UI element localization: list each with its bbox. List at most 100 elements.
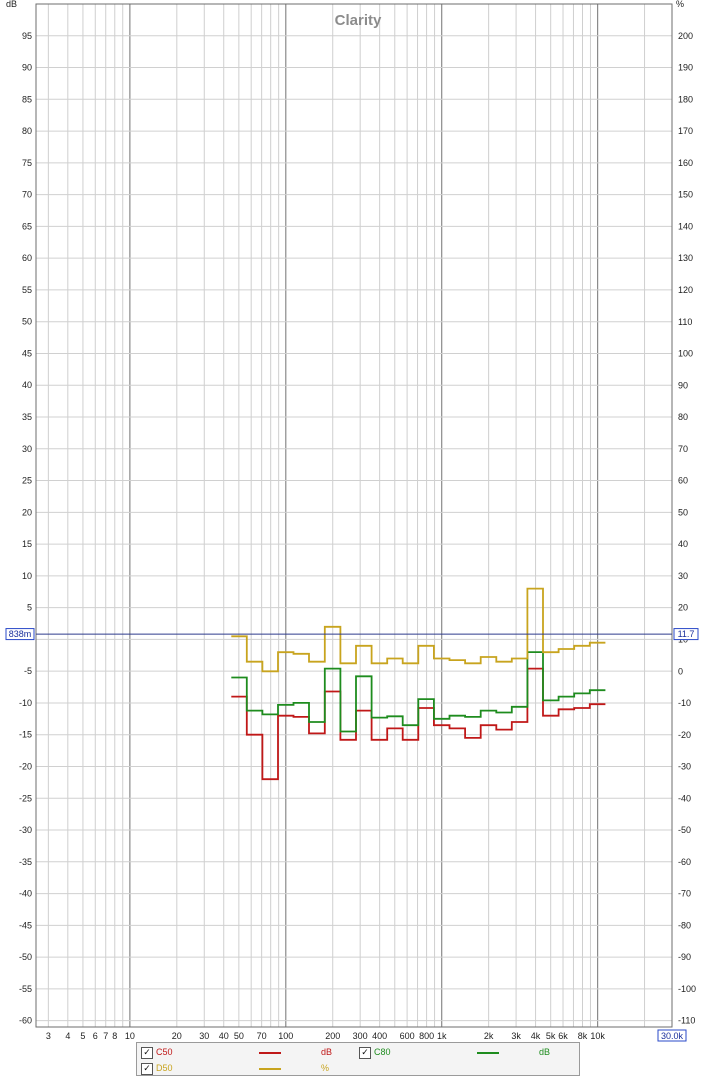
x-tick-label: 40 bbox=[219, 1031, 229, 1041]
x-tick-label: 3k bbox=[511, 1031, 521, 1041]
x-tick-label: 2k bbox=[484, 1031, 494, 1041]
right-tick-label: 190 bbox=[678, 63, 693, 73]
legend-checkbox-d50[interactable]: ✓ bbox=[141, 1063, 153, 1075]
left-tick-label: 10 bbox=[22, 571, 32, 581]
legend-swatch-d50 bbox=[259, 1068, 281, 1070]
left-tick-label: 80 bbox=[22, 126, 32, 136]
legend-unit-c50: dB bbox=[321, 1047, 333, 1057]
cursor-right-value: 11.7 bbox=[678, 629, 695, 639]
left-tick-label: 75 bbox=[22, 158, 32, 168]
legend-unit-c80: dB bbox=[539, 1047, 551, 1057]
x-tick-label: 20 bbox=[172, 1031, 182, 1041]
x-tick-label: 8k bbox=[578, 1031, 588, 1041]
right-tick-label: 50 bbox=[678, 507, 688, 517]
left-tick-label: -30 bbox=[19, 825, 32, 835]
left-tick-label: -5 bbox=[24, 666, 32, 676]
chart-title: Clarity bbox=[335, 12, 382, 29]
left-tick-label: 40 bbox=[22, 380, 32, 390]
left-tick-label: 90 bbox=[22, 63, 32, 73]
right-tick-label: 200 bbox=[678, 31, 693, 41]
left-tick-label: 30 bbox=[22, 444, 32, 454]
x-tick-label: 200 bbox=[325, 1031, 340, 1041]
right-tick-label: -30 bbox=[678, 762, 691, 772]
right-tick-label: 20 bbox=[678, 603, 688, 613]
legend-row-1: ✓ C50 dB ✓ C80 dB bbox=[137, 1044, 579, 1060]
x-tick-label: 6k bbox=[558, 1031, 568, 1041]
left-tick-label: 70 bbox=[22, 190, 32, 200]
right-tick-label: 110 bbox=[678, 317, 692, 327]
left-tick-label: 95 bbox=[22, 31, 32, 41]
left-tick-label: 55 bbox=[22, 285, 32, 295]
legend-checkbox-c50[interactable]: ✓ bbox=[141, 1047, 153, 1059]
right-tick-label: 40 bbox=[678, 539, 688, 549]
right-tick-label: 80 bbox=[678, 412, 688, 422]
legend-swatch-c50 bbox=[259, 1052, 281, 1054]
x-tick-label: 5 bbox=[80, 1031, 85, 1041]
left-tick-label: 85 bbox=[22, 94, 32, 104]
right-tick-label: 170 bbox=[678, 126, 693, 136]
x-tick-label: 7 bbox=[103, 1031, 108, 1041]
x-tick-label: 4k bbox=[531, 1031, 541, 1041]
legend-swatch-c80 bbox=[477, 1052, 499, 1054]
left-tick-label: 15 bbox=[22, 539, 32, 549]
x-tick-label: 4 bbox=[65, 1031, 70, 1041]
left-tick-label: -50 bbox=[19, 952, 32, 962]
clarity-chart: Clarity dB % 959085807570656055504540353… bbox=[0, 0, 717, 1080]
right-tick-label: 140 bbox=[678, 221, 693, 231]
right-tick-label: 130 bbox=[678, 253, 693, 263]
x-tick-label: 10k bbox=[590, 1031, 605, 1041]
right-tick-label: -60 bbox=[678, 857, 691, 867]
x-tick-label: 50 bbox=[234, 1031, 244, 1041]
x-tick-label: 3 bbox=[46, 1031, 51, 1041]
left-tick-label: -55 bbox=[19, 984, 32, 994]
right-tick-label: -90 bbox=[678, 952, 691, 962]
x-tick-label: 800 bbox=[419, 1031, 434, 1041]
left-tick-label: -45 bbox=[19, 920, 32, 930]
left-tick-label: -40 bbox=[19, 889, 32, 899]
x-tick-label: 1k bbox=[437, 1031, 447, 1041]
right-tick-label: -50 bbox=[678, 825, 691, 835]
legend-label-d50: D50 bbox=[156, 1063, 173, 1073]
left-tick-label: 60 bbox=[22, 253, 32, 263]
legend-unit-d50: % bbox=[321, 1063, 330, 1073]
x-tick-label: 600 bbox=[400, 1031, 415, 1041]
left-tick-label: 20 bbox=[22, 507, 32, 517]
right-tick-label: 180 bbox=[678, 94, 693, 104]
legend: ✓ C50 dB ✓ C80 dB ✓ D50 % bbox=[136, 1042, 580, 1076]
right-tick-label: -10 bbox=[678, 698, 691, 708]
right-tick-label: -70 bbox=[678, 889, 691, 899]
right-tick-label: 60 bbox=[678, 476, 688, 486]
right-tick-label: 120 bbox=[678, 285, 693, 295]
left-tick-label: -15 bbox=[19, 730, 32, 740]
cursor-x-value: 30.0k bbox=[661, 1031, 684, 1041]
right-tick-label: -40 bbox=[678, 793, 691, 803]
x-tick-label: 300 bbox=[353, 1031, 368, 1041]
x-tick-label: 400 bbox=[372, 1031, 387, 1041]
left-tick-label: 65 bbox=[22, 221, 32, 231]
left-tick-label: -35 bbox=[19, 857, 32, 867]
left-tick-label: 50 bbox=[22, 317, 32, 327]
right-tick-label: 90 bbox=[678, 380, 688, 390]
legend-label-c80: C80 bbox=[374, 1047, 391, 1057]
left-tick-label: -20 bbox=[19, 761, 32, 771]
x-tick-label: 30 bbox=[199, 1031, 209, 1041]
right-tick-label: -110 bbox=[678, 1016, 695, 1026]
x-tick-label: 8 bbox=[112, 1031, 117, 1041]
left-tick-label: -10 bbox=[19, 698, 32, 708]
left-tick-label: 5 bbox=[27, 603, 32, 613]
cursor-right-readout: 11.7 bbox=[673, 628, 699, 641]
x-tick-label: 5k bbox=[546, 1031, 556, 1041]
x-tick-label: 70 bbox=[257, 1031, 267, 1041]
left-axis-unit: dB bbox=[6, 0, 17, 9]
right-axis-unit: % bbox=[676, 0, 684, 9]
right-tick-label: -20 bbox=[678, 730, 691, 740]
right-tick-label: 30 bbox=[678, 571, 688, 581]
right-tick-label: 150 bbox=[678, 190, 693, 200]
x-tick-label: 10 bbox=[125, 1031, 135, 1041]
chart-background bbox=[0, 0, 717, 1080]
legend-checkbox-c80[interactable]: ✓ bbox=[359, 1047, 371, 1059]
left-tick-label: 25 bbox=[22, 476, 32, 486]
right-tick-label: -80 bbox=[678, 920, 691, 930]
left-tick-label: 35 bbox=[22, 412, 32, 422]
cursor-x-readout: 30.0k bbox=[657, 1029, 687, 1042]
